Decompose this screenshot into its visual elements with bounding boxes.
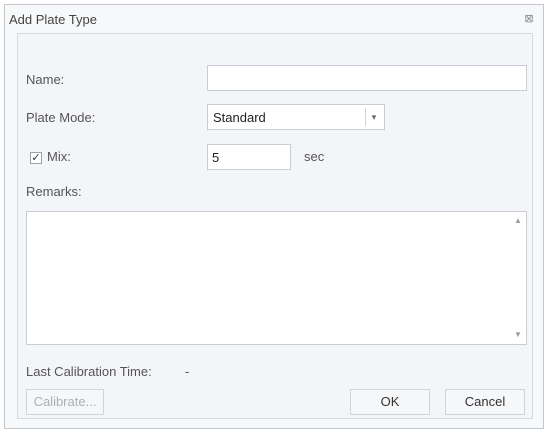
mix-label: Mix: xyxy=(47,149,71,164)
mix-unit-label: sec xyxy=(304,149,325,164)
mix-checkbox[interactable]: ✓ xyxy=(30,152,42,164)
dialog-titlebar: Add Plate Type ⊠ xyxy=(5,5,543,33)
calibrate-button[interactable]: Calibrate... xyxy=(26,389,104,415)
dialog-title: Add Plate Type xyxy=(9,12,97,27)
remarks-scrollbar[interactable]: ▲ ▼ xyxy=(510,212,526,344)
remarks-label: Remarks: xyxy=(26,184,82,199)
ok-button[interactable]: OK xyxy=(350,389,430,415)
name-label: Name: xyxy=(26,72,65,87)
scroll-down-icon[interactable]: ▼ xyxy=(513,330,523,340)
form-panel: Name: Plate Mode: Standard ▾ ✓ Mix: sec … xyxy=(17,33,533,419)
chevron-down-icon[interactable]: ▾ xyxy=(365,108,382,126)
remarks-textarea[interactable]: ▲ ▼ xyxy=(26,211,527,345)
last-calibration-value: - xyxy=(185,364,190,379)
close-icon[interactable]: ⊠ xyxy=(523,13,535,25)
mix-seconds-input[interactable] xyxy=(207,144,291,170)
scroll-up-icon[interactable]: ▲ xyxy=(513,216,523,226)
plate-mode-label: Plate Mode: xyxy=(26,110,96,125)
cancel-button[interactable]: Cancel xyxy=(445,389,525,415)
last-calibration-label: Last Calibration Time: xyxy=(26,364,152,379)
add-plate-type-dialog: Add Plate Type ⊠ Name: Plate Mode: Stand… xyxy=(4,4,544,429)
plate-mode-select[interactable]: Standard ▾ xyxy=(207,104,385,130)
plate-mode-value: Standard xyxy=(213,110,266,125)
name-input[interactable] xyxy=(207,65,527,91)
